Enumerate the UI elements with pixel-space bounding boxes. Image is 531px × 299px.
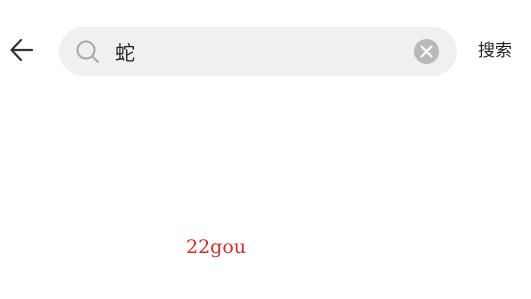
arrow-left-icon: [10, 38, 34, 62]
search-submit-button[interactable]: 搜索: [478, 37, 522, 65]
back-button[interactable]: [4, 32, 40, 68]
clear-search-button[interactable]: [414, 39, 439, 64]
watermark-text: 22gou: [186, 236, 247, 258]
search-input[interactable]: [115, 27, 395, 76]
search-icon: [76, 40, 99, 63]
close-icon: [420, 45, 433, 58]
search-bar[interactable]: [59, 27, 457, 76]
